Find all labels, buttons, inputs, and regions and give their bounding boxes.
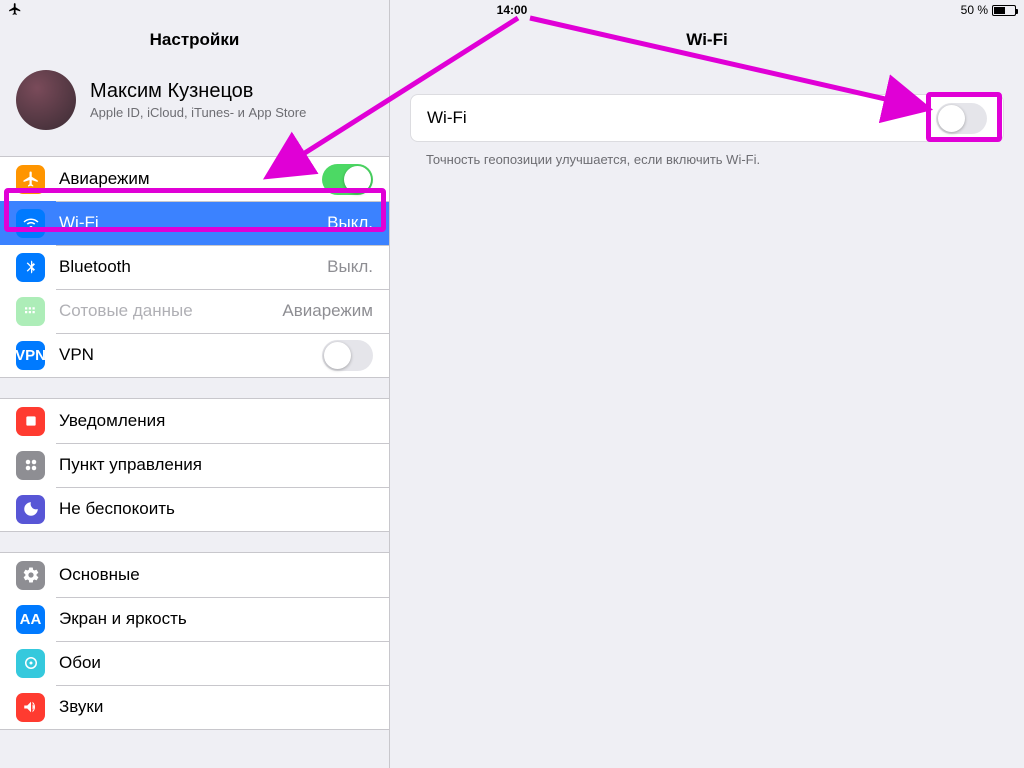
row-dnd[interactable]: Не беспокоить [0,487,389,531]
row-bluetooth[interactable]: Bluetooth Выкл. [0,245,389,289]
profile-row[interactable]: Максим Кузнецов Apple ID, iCloud, iTunes… [0,64,389,146]
annotation-highlight-wifi-row [4,188,386,232]
cellular-label: Сотовые данные [59,301,282,321]
profile-sub: Apple ID, iCloud, iTunes- и App Store [90,105,306,120]
wallpaper-label: Обои [59,653,373,673]
cellular-value: Авиарежим [282,301,373,321]
notifications-label: Уведомления [59,411,373,431]
bluetooth-value: Выкл. [327,257,373,277]
annotation-highlight-wifi-toggle [926,92,1002,142]
airplane-label: Авиарежим [59,169,322,189]
sound-icon [16,693,45,722]
control-center-icon [16,451,45,480]
row-sound[interactable]: Звуки [0,685,389,729]
row-display[interactable]: AA Экран и яркость [0,597,389,641]
general-icon [16,561,45,590]
detail-footer: Точность геопозиции улучшается, если вкл… [390,142,1024,177]
status-bar: 14:00 50 % [0,0,1024,20]
dnd-icon [16,495,45,524]
bluetooth-label: Bluetooth [59,257,327,277]
dnd-label: Не беспокоить [59,499,373,519]
notifications-icon [16,407,45,436]
airplane-status-icon [8,5,22,19]
detail-wifi-row[interactable]: Wi-Fi [411,95,1003,141]
sound-label: Звуки [59,697,373,717]
status-time: 14:00 [128,3,896,17]
cellular-icon [16,297,45,326]
vpn-toggle[interactable] [322,340,373,371]
row-cellular[interactable]: Сотовые данные Авиарежим [0,289,389,333]
battery-icon [992,5,1016,16]
row-notifications[interactable]: Уведомления [0,399,389,443]
vpn-label: VPN [59,345,322,365]
profile-name: Максим Кузнецов [90,80,306,103]
row-general[interactable]: Основные [0,553,389,597]
bluetooth-icon [16,253,45,282]
control-center-label: Пункт управления [59,455,373,475]
battery-percent: 50 % [961,3,988,17]
general-label: Основные [59,565,373,585]
avatar [16,70,76,130]
wallpaper-icon [16,649,45,678]
display-label: Экран и яркость [59,609,373,629]
row-control-center[interactable]: Пункт управления [0,443,389,487]
display-icon: AA [16,605,45,634]
detail-wifi-label: Wi-Fi [427,108,936,128]
vpn-icon: VPN [16,341,45,370]
row-wallpaper[interactable]: Обои [0,641,389,685]
row-vpn[interactable]: VPN VPN [0,333,389,377]
settings-sidebar: Настройки Максим Кузнецов Apple ID, iClo… [0,0,390,768]
